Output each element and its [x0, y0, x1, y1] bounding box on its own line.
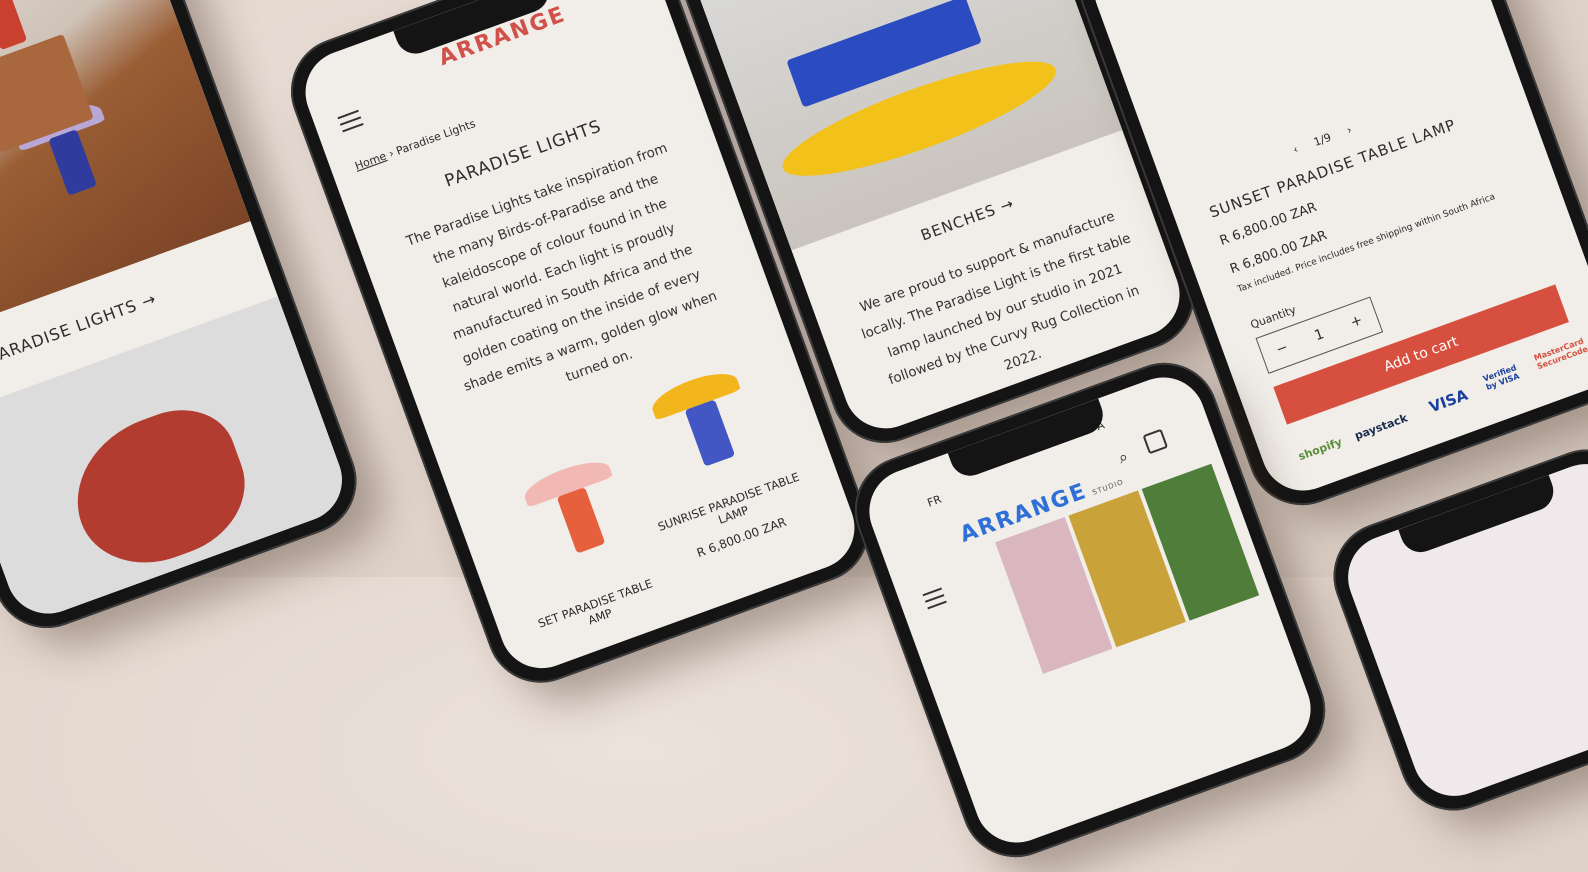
menu-icon[interactable]: [922, 587, 947, 610]
carousel-next-icon[interactable]: ›: [1345, 123, 1354, 137]
quantity-minus-button[interactable]: −: [1274, 339, 1290, 358]
quantity-value: 1: [1312, 326, 1327, 345]
lamp-body-red: [0, 0, 28, 51]
breadcrumb-current: Paradise Lights: [394, 117, 478, 158]
payment-icon-paystack: paystack: [1352, 411, 1410, 443]
carousel-pagination: ‹ 1/9 ›: [1291, 123, 1353, 156]
lamp-body-orange: [556, 487, 606, 554]
rug-image: [0, 296, 354, 626]
notch: [1398, 474, 1559, 558]
lamp-scene-image: [0, 0, 251, 342]
quantity-plus-button[interactable]: +: [1348, 312, 1364, 331]
payment-icon-verified-by-visa: Verified by VISA: [1481, 363, 1521, 392]
breadcrumb-separator: ›: [387, 146, 396, 161]
search-icon[interactable]: ⌕: [1116, 446, 1131, 468]
carousel-counter: 1/9: [1311, 130, 1334, 149]
payment-icon-shopify: shopify: [1296, 435, 1344, 464]
breadcrumb: Home › Paradise Lights: [353, 117, 477, 173]
red-rug-shape: [55, 393, 264, 584]
menu-icon[interactable]: [337, 109, 364, 133]
product-title-sunset[interactable]: SET PARADISE TABLE AMP: [527, 573, 668, 647]
lamp-body-blue: [684, 399, 736, 467]
payment-icon-visa: VISA: [1426, 385, 1471, 417]
logo-subtitle: STUDIO: [1091, 478, 1125, 497]
carousel-prev-icon[interactable]: ‹: [1291, 143, 1300, 157]
payment-icon-mastercard: MasterCard SecureCode: [1532, 336, 1588, 372]
cart-icon[interactable]: [1142, 428, 1169, 455]
wooden-pedestal: [0, 33, 94, 153]
phone-bottom-right-screen: [1336, 452, 1588, 808]
announcement-bar-start: FR: [925, 492, 944, 510]
phone-bottom-right: [1318, 434, 1588, 826]
breadcrumb-home[interactable]: Home: [353, 149, 388, 172]
lamp-body-blue: [48, 129, 97, 196]
